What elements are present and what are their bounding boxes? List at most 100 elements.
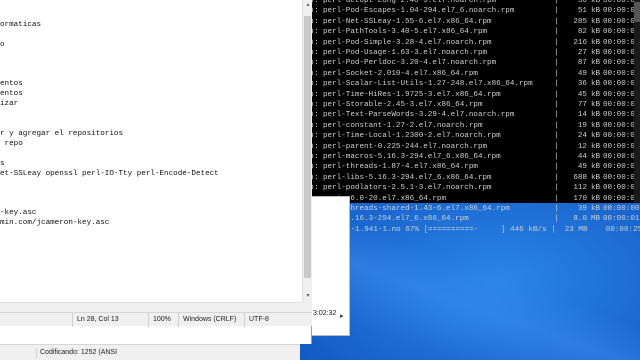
column-separator: | [554,121,559,130]
resize-corner[interactable] [302,302,312,312]
package-name: perl-Getopt-Long-2.40-3.el7.noarch.rpm [323,0,497,5]
package-size-unit: kB [591,28,601,37]
text-line: min.com/jcameron-key.asc [0,219,110,227]
text-line: entos [0,90,23,99]
text-line: r y agregar el repositorios [0,129,124,138]
column-separator: | [554,111,559,120]
package-size: 82 [577,28,587,37]
terminal-row: 2):perl-Pod-Perldoc-3.20-4.el7.noarch.rp… [301,58,639,68]
column-separator: | [554,80,559,89]
download-time: 00:00:00 [603,205,640,213]
status-divider [36,348,37,358]
package-size-unit: kB [591,132,601,141]
package-size-unit: kB [591,205,601,213]
package-size: 19 [577,121,587,130]
package-name: perl-threads-1.87-4.el7.x86_64.rpm [323,163,478,172]
column-separator: | [554,215,559,224]
column-separator: | [554,205,559,213]
notepad-status-bar: Ln 28, Col 13 100% Windows (CRLF) UTF-8 [0,312,312,327]
package-size: 39 [577,205,587,213]
package-size-unit: kB [591,38,601,47]
column-separator: | [554,28,559,37]
column-separator: | [554,132,559,141]
package-size: 112 [573,184,587,193]
column-separator: | [554,7,559,16]
column-separator: | [554,49,559,57]
package-size: 12 [577,142,587,151]
package-size: 45 [577,90,587,99]
notepad-text-area[interactable]: ormaticas o entos entos izar r y agregar el r… [0,0,302,312]
column-separator: | [554,59,559,68]
notepad-vertical-scrollbar[interactable]: ▴ ▾ [302,0,312,302]
text-line: o [0,40,5,49]
terminal-row: 2):perl-Time-HiRes-1.9725-3.el7.x86_64.r… [301,90,639,100]
text-line: izar [0,100,19,109]
terminal-row: 2):perl-Socket-2.010-4.el7.x86_64.rpm49k… [301,69,639,79]
terminal-row: 2):perl-podlators-2.5.1-3.el7.noarch.rpm… [301,183,639,193]
terminal-row: 2):perl-Time-Local-1.2300-2.el7.noarch.r… [301,131,639,141]
package-size-unit: kB [591,101,601,109]
secondary-status-bar: Codificando: 1252 (ANSI [0,344,300,360]
text-line: entos [0,80,23,89]
terminal-row: 2):perl-macros-5.16.3-294.el7_6.x86_64.r… [301,152,639,162]
column-separator: | [554,69,559,78]
notepad-horizontal-scrollbar[interactable] [0,302,302,312]
package-size: 49 [577,163,587,172]
column-separator: | [554,101,559,109]
package-size-unit: kB [591,163,601,172]
scroll-up-arrow-icon[interactable]: ▴ [304,1,312,9]
package-size: 56 [577,0,587,5]
column-separator: | [554,0,559,5]
package-size-unit: kB [591,49,601,57]
package-size-unit: MB [591,215,601,224]
package-size-unit: kB [591,142,601,151]
package-name: perl-threads-shared-1.43-6.el7.x86_64.rp… [323,205,510,213]
package-name: perl-Pod-Perldoc-3.20-4.el7.noarch.rpm [323,59,497,68]
terminal-row: 2):perl-Pod-Escapes-1.04-294.el7_6.noarc… [301,6,639,16]
side-window-time: 3:02:32 [313,310,337,317]
download-time: 00:00:01 [603,215,640,224]
package-size-unit: kB [591,69,601,78]
terminal-row: 2):perl-libs-5.16.3-294.el7_6.x86_64.rpm… [301,173,639,183]
text-line: -key.asc [0,209,37,218]
package-size: 24 [577,132,587,141]
scroll-right-arrow-icon[interactable]: ▸ [340,312,344,320]
column-separator: | [554,90,559,99]
package-name: perl-Pod-Escapes-1.04-294.el7_6.noarch.r… [323,7,515,16]
terminal-row: 2):perl-Net-SSLeay-1.55-6.el7.x86_64.rpm… [301,17,639,27]
package-size: 77 [577,101,587,109]
package-name: perl-Socket-2.010-4.el7.x86_64.rpm [323,69,478,78]
package-size: 170 [573,194,587,203]
package-size-unit: kB [591,17,601,26]
package-name: perl-Time-Local-1.2300-2.el7.noarch.rpm [323,132,501,141]
terminal-scrollbar-thumb[interactable] [634,2,640,22]
notepad-window[interactable]: ormaticas o entos entos izar r y agregar el r… [0,0,312,344]
scroll-down-arrow-icon[interactable]: ▾ [304,292,312,300]
cursor-position: Ln 28, Col 13 [72,313,119,327]
package-name: perl-Pod-Usage-1.63-3.el7.noarch.rpm [323,49,488,57]
terminal-row: 2):perl-PathTools-3.40-5.el7.x86_64.rpm8… [301,27,639,37]
package-size-unit: kB [591,80,601,89]
line-endings: Windows (CRLF) [178,313,236,327]
package-name: perl-parent-0.225-244.el7.noarch.rpm [323,142,488,151]
package-name: perl-Pod-Simple-3.28-4.el7.noarch.rpm [323,38,492,47]
package-size: 688 [573,173,587,182]
column-separator: | [554,153,559,161]
terminal-row: 2):perl-Storable-2.45-3.el7.x86_64.rpm77… [301,100,639,110]
terminal-scrollbar[interactable] [634,0,640,203]
column-separator: | [554,142,559,151]
notepad-scrollbar-thumb[interactable] [304,16,311,278]
text-line: repo [0,139,23,148]
package-size-unit: kB [591,111,601,120]
encoding: UTF-8 [244,313,269,327]
package-name: perl-Text-ParseWords-3.29-4.el7.noarch.r… [323,111,515,120]
package-size: 216 [573,38,587,47]
terminal-window[interactable]: 2):perl-Getopt-Long-2.40-3.el7.noarch.rp… [300,0,640,234]
terminal-row: 2):perl-threads-1.87-4.el7.x86_64.rpm49k… [301,162,639,172]
package-size-unit: kB [591,194,601,203]
package-size: 36 [577,80,587,89]
package-name: perl-podlators-2.5.1-3.el7.noarch.rpm [323,184,492,193]
package-size-unit: kB [591,90,601,99]
package-name: perl-Net-SSLeay-1.55-6.el7.x86_64.rpm [323,17,492,26]
terminal-row: 2):perl-Pod-Usage-1.63-3.el7.noarch.rpm2… [301,48,639,58]
